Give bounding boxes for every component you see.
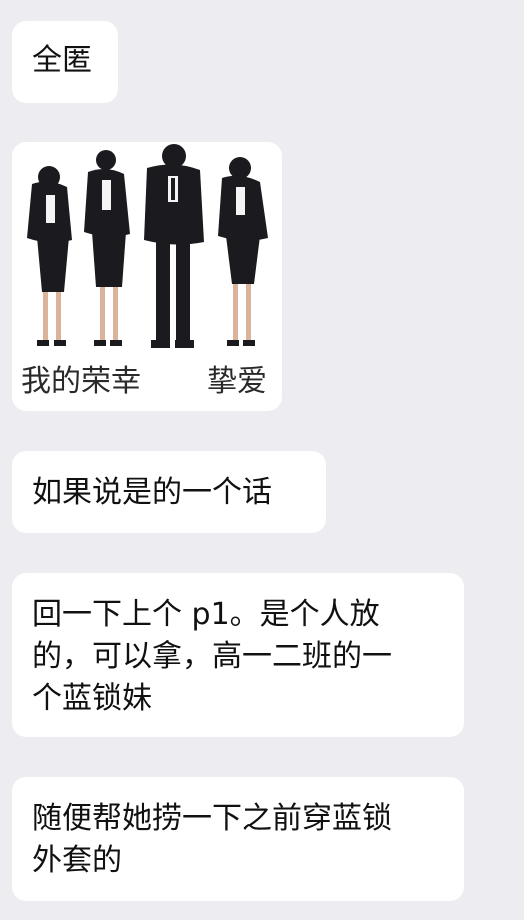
person-figure [27,166,72,346]
person-figure [84,150,130,346]
message-bubble[interactable]: 随便帮她捞一下之前穿蓝锁 外套的 [12,777,464,901]
sticker-caption-right: 挚爱 [207,364,267,399]
message-line: 个蓝锁妹 [32,681,152,716]
message-line: 外套的 [32,843,122,878]
person-figure [144,144,204,348]
message-bubble[interactable]: 全匿 [12,21,118,103]
message-bubble[interactable]: 回一下上个 p1。是个人放 的，可以拿，高一二班的一 个蓝锁妹 [12,573,464,737]
message-text: 如果说是的一个话 [32,475,272,510]
message-line: 的，可以拿，高一二班的一 [32,639,392,674]
person-figure [218,157,268,346]
sticker-caption-left: 我的荣幸 [21,364,141,399]
sticker-message[interactable]: 我的荣幸 挚爱 [12,142,282,411]
message-text: 全匿 [32,43,92,78]
message-bubble[interactable]: 如果说是的一个话 [12,451,326,533]
message-line: 随便帮她捞一下之前穿蓝锁 [32,801,392,836]
message-line: 回一下上个 p1。是个人放 [32,597,380,632]
